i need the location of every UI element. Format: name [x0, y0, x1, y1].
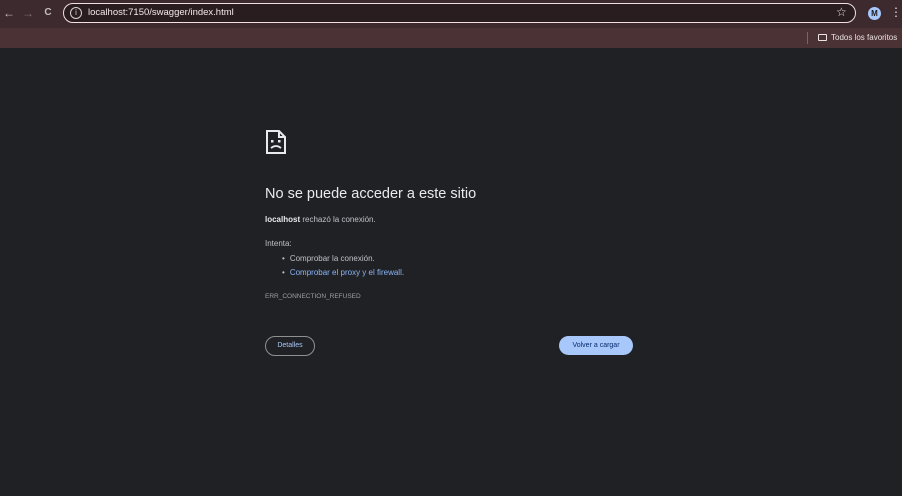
- error-message-text: rechazó la conexión.: [300, 215, 376, 224]
- back-icon[interactable]: ←: [2, 6, 16, 20]
- profile-avatar[interactable]: M: [868, 7, 881, 20]
- sad-page-icon: [266, 130, 286, 154]
- all-bookmarks-folder[interactable]: Todos los favoritos: [818, 33, 902, 45]
- error-host: localhost: [265, 215, 301, 224]
- suggestion-period: .: [401, 268, 405, 277]
- reload-button[interactable]: Volver a cargar: [559, 336, 633, 355]
- bullet: •: [282, 254, 285, 263]
- try-label: Intenta:: [265, 239, 292, 248]
- suggestion-item: • Comprobar el proxy y el firewall.: [282, 268, 404, 277]
- error-title: No se puede acceder a este sitio: [265, 186, 477, 202]
- bookmarks-bar: Todos los favoritos: [0, 28, 902, 48]
- suggestion-check-proxy-link[interactable]: Comprobar el proxy y el firewall: [290, 268, 402, 277]
- forward-icon[interactable]: →: [21, 6, 35, 20]
- error-code: ERR_CONNECTION_REFUSED: [265, 293, 361, 300]
- suggestion-check-connection: Comprobar la conexión.: [289, 254, 375, 263]
- suggestion-item: • Comprobar la conexión.: [282, 254, 375, 263]
- reload-icon[interactable]: C: [41, 6, 55, 20]
- details-button[interactable]: Detalles: [265, 336, 315, 356]
- info-icon[interactable]: i: [70, 7, 82, 19]
- bookmark-star-icon[interactable]: ☆: [836, 5, 847, 19]
- folder-icon: [818, 34, 827, 41]
- menu-icon[interactable]: ⋮: [890, 6, 902, 18]
- bookmarks-folder-label: Todos los favoritos: [831, 33, 898, 42]
- browser-toolbar: ← → C i localhost:7150/swagger/index.htm…: [0, 0, 902, 28]
- bullet: •: [282, 268, 285, 277]
- error-message: localhost rechazó la conexión.: [265, 215, 376, 224]
- url-text[interactable]: localhost:7150/swagger/index.html: [88, 7, 234, 18]
- bookmarks-divider: [807, 32, 808, 44]
- address-bar[interactable]: i localhost:7150/swagger/index.html: [63, 3, 856, 23]
- page-content: No se puede acceder a este sitio localho…: [0, 48, 902, 496]
